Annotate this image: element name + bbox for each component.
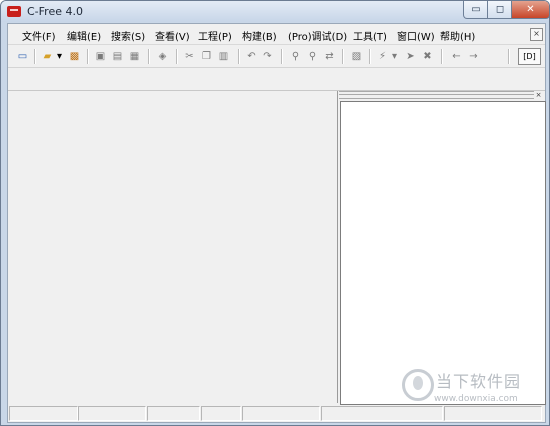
- toolbar-separator: [441, 49, 443, 64]
- undo-icon[interactable]: ↶: [245, 50, 258, 63]
- toolbar-separator: [342, 49, 344, 64]
- toolbar-separator: [238, 49, 240, 64]
- side-panel: ×: [339, 91, 546, 405]
- close-icon: ✕: [526, 4, 535, 15]
- title-bar[interactable]: C-Free 4.0 ▭ ◻ ✕: [1, 1, 549, 22]
- menu-view[interactable]: 查看(V): [155, 28, 190, 43]
- replace-icon[interactable]: ⇄: [323, 50, 336, 63]
- save-all-icon[interactable]: ▦: [128, 50, 141, 63]
- menu-tools[interactable]: 工具(T): [353, 28, 387, 43]
- status-cell: [147, 406, 200, 421]
- compile-icon[interactable]: ⚡: [376, 50, 389, 63]
- new-file-icon[interactable]: ▭: [16, 50, 29, 63]
- status-cell: [242, 406, 320, 421]
- panel-content[interactable]: [340, 101, 546, 405]
- close-button[interactable]: ✕: [511, 1, 549, 19]
- save-icon[interactable]: ▣: [94, 50, 107, 63]
- open-project-icon[interactable]: ▩: [68, 50, 81, 63]
- status-cell: [9, 406, 78, 421]
- toolbar-separator: [369, 49, 371, 64]
- menu-debug[interactable]: (Pro)调试(D): [288, 28, 347, 43]
- watermark: 当下软件园 www.downxia.com: [402, 367, 542, 413]
- maximize-button[interactable]: ◻: [487, 1, 513, 19]
- menu-edit[interactable]: 编辑(E): [67, 28, 101, 43]
- stop-icon[interactable]: ✖: [421, 50, 434, 63]
- editor-area[interactable]: [8, 91, 338, 403]
- menu-help[interactable]: 帮助(H): [440, 28, 475, 43]
- menu-project[interactable]: 工程(P): [198, 28, 232, 43]
- copy-icon[interactable]: ❐: [200, 50, 213, 63]
- toolbar-separator: [87, 49, 89, 64]
- run-icon[interactable]: ➤: [404, 50, 417, 63]
- app-window: C-Free 4.0 ▭ ◻ ✕ 文件(F) 编辑(E) 搜索(S) 查看(V)…: [0, 0, 550, 426]
- open-folder-icon[interactable]: ▰: [41, 50, 54, 63]
- nav-back-icon[interactable]: ←: [450, 50, 463, 63]
- watermark-brand: 当下软件园: [436, 372, 522, 391]
- find-next-icon[interactable]: ⚲: [306, 50, 319, 63]
- watermark-logo-icon: [402, 369, 434, 401]
- toolbar-separator: [281, 49, 283, 64]
- panel-close-icon[interactable]: ×: [534, 91, 543, 99]
- toolbar-separator: [508, 49, 510, 64]
- save-as-icon[interactable]: ▤: [111, 50, 124, 63]
- redo-icon[interactable]: ↷: [261, 50, 274, 63]
- nav-forward-icon[interactable]: →: [467, 50, 480, 63]
- compile-dropdown-icon[interactable]: ▾: [390, 50, 399, 63]
- menu-build[interactable]: 构建(B): [242, 28, 277, 43]
- find-icon[interactable]: ⚲: [289, 50, 302, 63]
- status-cell: [78, 406, 146, 421]
- mdi-close-icon[interactable]: ×: [530, 28, 543, 41]
- toolbar-separator: [148, 49, 150, 64]
- client-area: 文件(F) 编辑(E) 搜索(S) 查看(V) 工程(P) 构建(B) (Pro…: [7, 23, 546, 423]
- status-cell: [201, 406, 241, 421]
- dropdown-arrow-icon[interactable]: ▾: [55, 50, 64, 63]
- watermark-url: www.downxia.com: [434, 394, 518, 404]
- app-icon[interactable]: [7, 6, 21, 17]
- print-icon[interactable]: ◈: [156, 50, 169, 63]
- secondary-toolbar: [8, 68, 545, 91]
- toolbar: ▭ ▰ ▾ ▩ ▣ ▤ ▦ ◈ ✂ ❐ ▥ ↶ ↷ ⚲ ⚲ ⇄ ▧ ⚡ ▾ ➤ …: [8, 45, 545, 68]
- cut-icon[interactable]: ✂: [183, 50, 196, 63]
- bookmark-icon[interactable]: ▧: [350, 50, 363, 63]
- minimize-icon: ▭: [471, 4, 481, 15]
- minimize-button[interactable]: ▭: [463, 1, 489, 19]
- toolbar-separator: [176, 49, 178, 64]
- paste-icon[interactable]: ▥: [217, 50, 230, 63]
- window-title: C-Free 4.0: [27, 5, 83, 18]
- panel-grip[interactable]: [339, 91, 534, 99]
- menu-file[interactable]: 文件(F): [22, 28, 56, 43]
- maximize-icon: ◻: [495, 4, 505, 15]
- debug-toggle-button[interactable]: [D]: [518, 48, 541, 65]
- menu-bar: 文件(F) 编辑(E) 搜索(S) 查看(V) 工程(P) 构建(B) (Pro…: [8, 24, 545, 45]
- toolbar-separator: [34, 49, 36, 64]
- menu-window[interactable]: 窗口(W): [397, 28, 435, 43]
- menu-search[interactable]: 搜索(S): [111, 28, 145, 43]
